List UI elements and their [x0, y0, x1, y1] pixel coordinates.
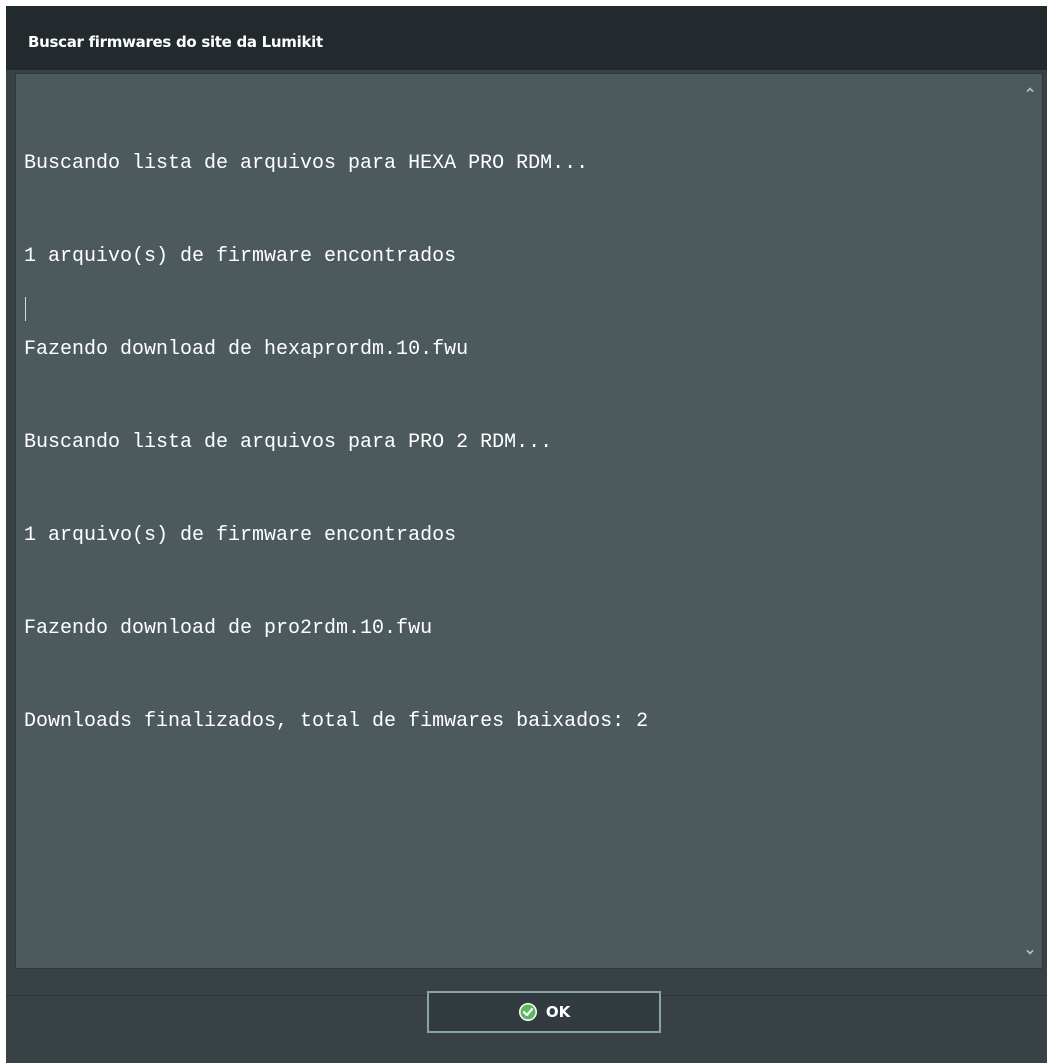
log-line: Fazendo download de hexaprordm.10.fwu — [24, 338, 469, 361]
log-line: Buscando lista de arquivos para HEXA PRO… — [24, 152, 589, 175]
title-bar[interactable]: Buscar firmwares do site da Lumikit — [6, 6, 1047, 70]
dialog-window: Buscar firmwares do site da Lumikit Busc… — [6, 6, 1047, 1063]
log-text: Buscando lista de arquivos para HEXA PRO… — [24, 86, 1014, 799]
ok-button-label: OK — [545, 1003, 571, 1021]
log-line: Fazendo download de pro2rdm.10.fwu — [24, 617, 433, 640]
chevron-down-icon[interactable] — [1024, 946, 1036, 958]
vertical-scrollbar[interactable] — [1018, 74, 1042, 968]
chevron-up-icon[interactable] — [1024, 84, 1036, 96]
ok-button[interactable]: OK — [427, 991, 661, 1033]
log-line: 1 arquivo(s) de firmware encontrados — [24, 524, 457, 547]
log-output-textarea[interactable]: Buscando lista de arquivos para HEXA PRO… — [15, 73, 1043, 969]
log-line: Downloads finalizados, total de fimwares… — [24, 710, 649, 733]
dialog-title: Buscar firmwares do site da Lumikit — [28, 33, 323, 51]
text-caret — [25, 297, 26, 321]
log-line: 1 arquivo(s) de firmware encontrados — [24, 245, 457, 268]
log-line: Buscando lista de arquivos para PRO 2 RD… — [24, 431, 553, 454]
check-circle-icon — [518, 1003, 537, 1021]
